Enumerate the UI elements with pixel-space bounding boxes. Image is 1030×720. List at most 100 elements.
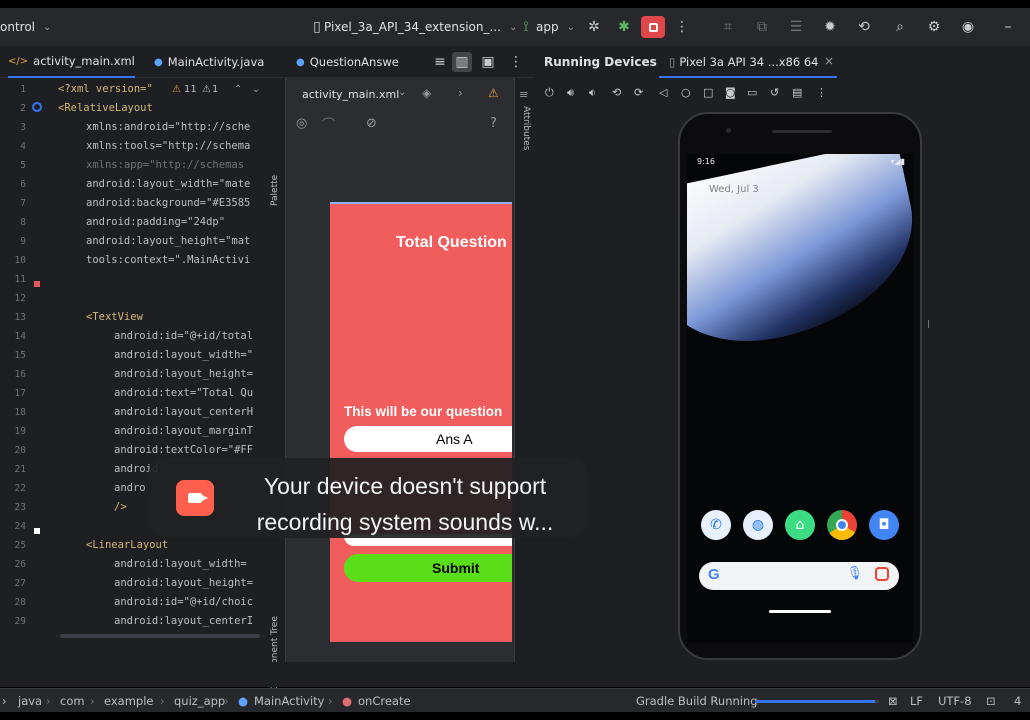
build-status-text[interactable]: Gradle Build Running [636, 694, 758, 708]
line-number: 13 [14, 312, 26, 323]
layout-inspector-icon[interactable]: ☰ [786, 17, 806, 37]
tab-main-activity[interactable]: ● MainActivity.java [154, 46, 264, 78]
breadcrumb-on-create[interactable]: onCreate [358, 694, 411, 708]
code-editor[interactable]: 1 2 3 4 5 6 7 8 9 10 11 12 13 14 15 16 17 18 19 20 21 22 23 24 2… [0, 78, 266, 662]
bug-icon[interactable]: ✹ [820, 17, 840, 37]
running-devices-header: Running Devices ▯ Pixel 3a API 34 ...x86 … [534, 46, 1030, 78]
emulator-screen[interactable]: 9:16 ▾◢▮ Wed, Jul 3 ✆ ◍ ⌂ ◘ G 🎙︎ [687, 154, 913, 642]
device-toolbar: ⏻ 🔊︎ 🔉︎ ⟲ ⟳ ◁ ○ □ ◙ ▭ ↺ ▤ ⋮ [534, 82, 834, 106]
device-tab-label: Pixel 3a API 34 ...x86 64 [679, 55, 819, 69]
chevron-right-icon[interactable]: › [458, 86, 463, 100]
lens-icon[interactable] [875, 567, 889, 581]
error-icon[interactable]: ⚠ [202, 84, 211, 95]
file-encoding[interactable]: UTF-8 [938, 694, 972, 708]
magnet-icon[interactable]: ⌒ [322, 114, 335, 133]
back-icon[interactable]: ◁ [659, 86, 667, 99]
extended-controls-icon[interactable]: ▤ [792, 86, 802, 99]
breadcrumb-java[interactable]: java [18, 694, 42, 708]
menu-icon[interactable]: ≡ [519, 88, 528, 101]
eye-icon[interactable]: ◎ [296, 116, 307, 131]
help-icon[interactable]: ? [490, 116, 497, 131]
tab-options-icon[interactable]: ⋮ [506, 52, 526, 72]
account-icon[interactable]: ◉ [958, 17, 978, 37]
class-icon: ● [238, 694, 249, 708]
apply-changes-icon[interactable]: ✲ [584, 17, 604, 37]
color-swatch-icon[interactable] [34, 281, 40, 287]
chevron-down-icon: ⌄ [566, 21, 575, 33]
indent-setting[interactable]: 4 [1014, 694, 1021, 708]
line-number: 25 [14, 540, 26, 551]
color-swatch-icon[interactable] [34, 528, 40, 534]
run-config-selector[interactable]: app ⌄ [536, 8, 575, 46]
messages-app-icon[interactable]: ◍ [743, 510, 773, 540]
line-number: 1 [20, 84, 26, 95]
breadcrumb-quiz-app[interactable]: quiz_app [174, 694, 225, 708]
question-text: This will be our question [344, 404, 503, 419]
warning-icon[interactable]: ⚠ [488, 86, 499, 100]
chevron-up-icon[interactable]: ⌃ [234, 84, 242, 95]
orientation-icon[interactable]: ◈ [422, 86, 431, 100]
google-search-bar[interactable]: G 🎙︎ [699, 562, 899, 590]
sync-icon[interactable]: ⧉ [752, 17, 772, 37]
breadcrumb-separator: › [160, 694, 165, 708]
cancel-build-icon[interactable]: ⊠ [888, 694, 898, 708]
more-actions-icon[interactable]: ⋮ [672, 17, 692, 37]
snapshot-icon[interactable]: ↺ [770, 86, 779, 99]
clear-constraints-icon[interactable]: ⊘ [366, 116, 377, 131]
breadcrumb-separator: › [46, 694, 51, 708]
read-only-icon[interactable]: ⊡ [986, 694, 996, 708]
code-view-icon[interactable]: ≡ [430, 52, 450, 72]
split-view-icon[interactable]: ▥ [452, 52, 472, 72]
breadcrumb-com[interactable]: com [60, 694, 85, 708]
screen-record-icon[interactable]: ▭ [747, 86, 757, 99]
design-view-icon[interactable]: ▣ [478, 52, 498, 72]
device-tab[interactable]: ▯ Pixel 3a API 34 ...x86 64 [669, 55, 818, 69]
microphone-icon[interactable]: 🎙︎ [846, 566, 863, 581]
home-gesture-bar[interactable] [769, 610, 831, 613]
tab-question-answer[interactable]: ● QuestionAnswe [296, 46, 399, 78]
horizontal-scrollbar[interactable] [60, 634, 260, 638]
warning-icon[interactable]: ⚠ [172, 84, 181, 95]
volume-up-icon[interactable]: 🔊︎ [567, 86, 574, 100]
volume-down-icon[interactable]: 🔉︎ [589, 86, 596, 100]
layout-preview-screen[interactable]: Total Question This will be our question… [330, 202, 512, 642]
resize-handle[interactable] [928, 320, 929, 328]
line-number: 7 [20, 198, 26, 209]
settings-icon[interactable]: ⚙ [924, 17, 944, 37]
more-icon[interactable]: ⋮ [816, 86, 827, 99]
palette-tab[interactable]: Palette [270, 175, 280, 206]
device-selector[interactable]: Pixel_3a_API_34_extension_... ⌄ [324, 8, 517, 46]
line-number: 15 [14, 350, 26, 361]
class-gutter-icon[interactable] [32, 102, 42, 112]
rotate-right-icon[interactable]: ⟳ [634, 86, 643, 99]
breadcrumb-main-activity[interactable]: MainActivity [254, 694, 324, 708]
line-ending[interactable]: LF [910, 694, 923, 708]
camera-app-icon[interactable]: ◘ [869, 510, 899, 540]
play-store-app-icon[interactable]: ⌂ [785, 510, 815, 540]
overview-icon[interactable]: □ [703, 86, 713, 99]
rotate-left-icon[interactable]: ⟲ [612, 86, 621, 99]
breadcrumb-example[interactable]: example [104, 694, 154, 708]
code-line: android:textColor="#FF [114, 444, 254, 456]
stop-button[interactable] [641, 16, 665, 38]
search-icon[interactable]: ⌕ [890, 17, 910, 37]
power-icon[interactable]: ⏻ [545, 86, 554, 100]
submit-button[interactable]: Submit [344, 554, 512, 582]
tab-activity-main[interactable]: </> activity_main.xml [8, 46, 135, 78]
attributes-tab[interactable]: Attributes [521, 106, 531, 150]
device-manager-icon[interactable]: ⟲ [854, 17, 874, 37]
answer-a-button[interactable]: Ans A [344, 426, 512, 452]
attach-debugger-icon[interactable]: ⌗ [718, 17, 738, 37]
chevron-down-icon[interactable]: ⌄ [252, 84, 260, 95]
preview-file-selector[interactable]: activity_main.xml [302, 88, 399, 101]
debug-icon[interactable]: ✱ [614, 17, 634, 37]
minimize-icon[interactable]: – [998, 17, 1018, 37]
chrome-app-icon[interactable] [827, 510, 857, 540]
chevron-down-icon: ⌄ [43, 21, 52, 33]
home-icon[interactable]: ○ [681, 86, 691, 99]
close-icon[interactable]: × [824, 54, 834, 68]
screenshot-icon[interactable]: ◙ [725, 86, 736, 99]
phone-app-icon[interactable]: ✆ [701, 510, 731, 540]
line-number: 18 [14, 407, 26, 418]
project-selector[interactable]: ontrol ⌄ [0, 8, 51, 46]
